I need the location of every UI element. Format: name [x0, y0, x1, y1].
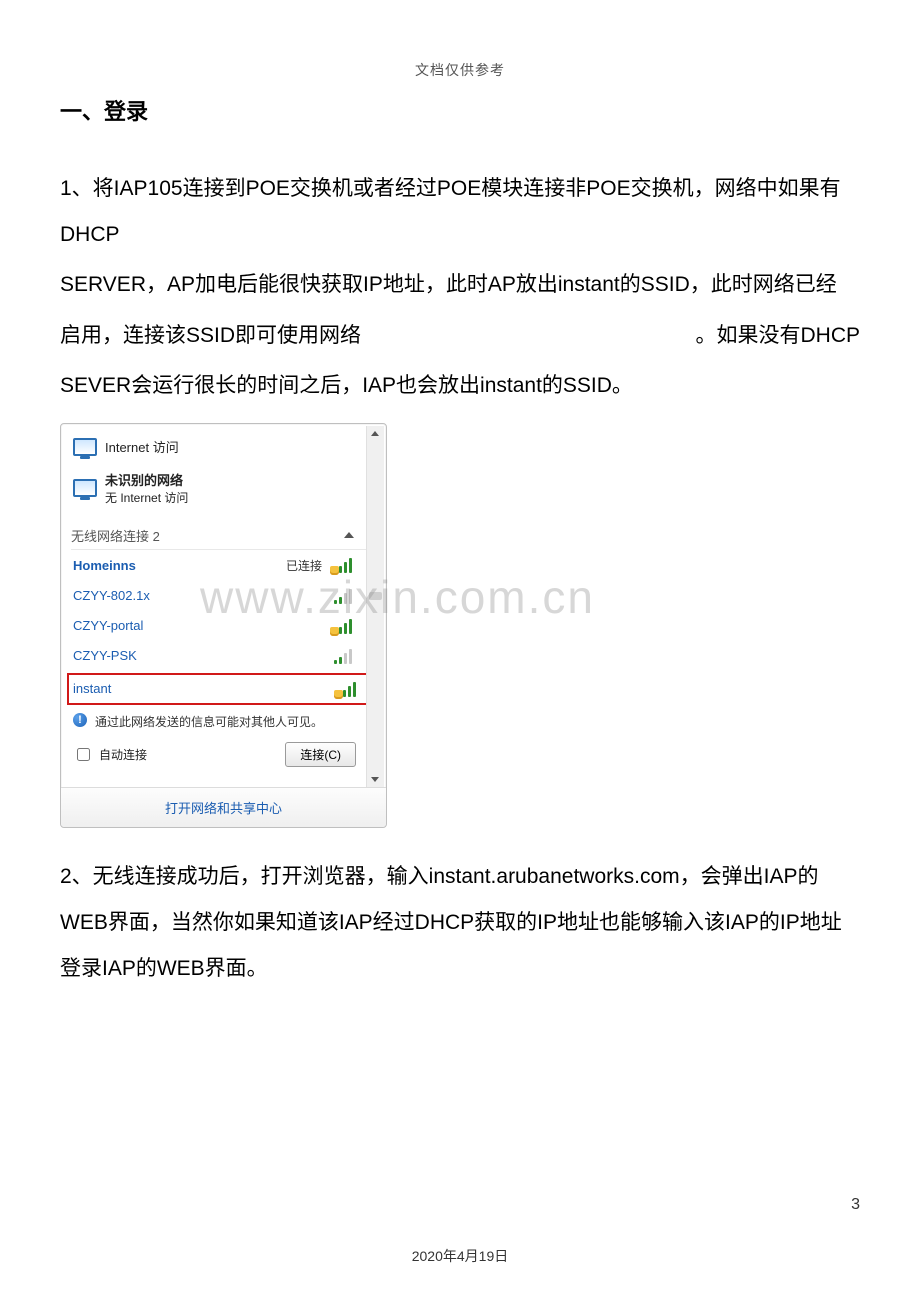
page-number: 3 [851, 1196, 860, 1214]
signal-icon [334, 618, 354, 634]
info-text: 通过此网络发送的信息可能对其他人可见。 [95, 713, 323, 730]
scroll-down-icon[interactable] [371, 777, 379, 782]
info-icon: ! [73, 713, 87, 727]
wifi-name: CZYY-PSK [73, 648, 137, 663]
wifi-name: CZYY-802.1x [73, 588, 150, 603]
scrollbar[interactable] [366, 426, 384, 787]
connect-row: 自动连接 连接(C) [71, 738, 376, 777]
network-subtitle: 无 Internet 访问 [105, 489, 188, 506]
section-heading: 一、登录 [60, 94, 860, 126]
checkbox[interactable] [77, 748, 90, 761]
signal-icon [338, 681, 358, 697]
paragraph-part: 。如果没有DHCP [695, 313, 860, 359]
connect-button[interactable]: 连接(C) [285, 742, 356, 767]
adapter-label: 无线网络连接 2 [71, 526, 160, 545]
scroll-up-icon[interactable] [371, 431, 379, 436]
paragraph: SEVER会运行很长的时间之后，IAP也会放出instant的SSID。 [60, 363, 860, 409]
wifi-item[interactable]: CZYY-PSK [71, 641, 376, 671]
wifi-name: CZYY-portal [73, 618, 143, 633]
wifi-item[interactable]: CZYY-portal [71, 611, 376, 641]
network-row[interactable]: Internet 访问 [71, 430, 376, 464]
wifi-name: instant [73, 681, 111, 696]
wifi-item[interactable]: CZYY-802.1x [71, 581, 376, 611]
open-network-center-link[interactable]: 打开网络和共享中心 [61, 788, 386, 827]
auto-connect-label: 自动连接 [99, 746, 147, 763]
signal-icon [334, 648, 354, 664]
signal-icon [334, 557, 354, 573]
wifi-list: Homeinns 已连接 CZYY-802.1x CZYY-portal CZY… [71, 550, 376, 777]
paragraph: 启用，连接该SSID即可使用网络 。如果没有DHCP [60, 313, 860, 359]
footer-date: 2020年4月19日 [0, 1246, 920, 1266]
network-title: Internet 访问 [105, 437, 179, 456]
paragraph-part: 启用，连接该SSID即可使用网络 [60, 313, 361, 359]
scroll-thumb[interactable] [369, 592, 382, 600]
wifi-item-instant[interactable]: instant [67, 673, 380, 705]
paragraph: SERVER，AP加电后能很快获取IP地址，此时AP放出instant的SSID… [60, 262, 860, 308]
wifi-name: Homeinns [73, 558, 136, 573]
header-reference: 文档仅供参考 [60, 60, 860, 80]
network-row[interactable]: 未识别的网络 无 Internet 访问 [71, 464, 376, 512]
wifi-networks-panel: Internet 访问 未识别的网络 无 Internet 访问 无线网络连接 … [60, 423, 387, 828]
paragraph: 1、将IAP105连接到POE交换机或者经过POE模块连接非POE交换机，网络中… [60, 166, 860, 258]
monitor-icon [73, 436, 97, 458]
chevron-up-icon [344, 532, 354, 538]
monitor-icon [73, 477, 97, 499]
signal-icon [334, 588, 354, 604]
wifi-item-homeinns[interactable]: Homeinns 已连接 [71, 550, 376, 581]
network-title: 未识别的网络 [105, 470, 188, 489]
adapter-section[interactable]: 无线网络连接 2 [71, 520, 376, 550]
info-row: ! 通过此网络发送的信息可能对其他人可见。 [71, 707, 376, 738]
wifi-status: 已连接 [286, 557, 322, 574]
auto-connect-checkbox[interactable]: 自动连接 [73, 745, 147, 764]
paragraph: 2、无线连接成功后，打开浏览器，输入instant.arubanetworks.… [60, 854, 860, 993]
